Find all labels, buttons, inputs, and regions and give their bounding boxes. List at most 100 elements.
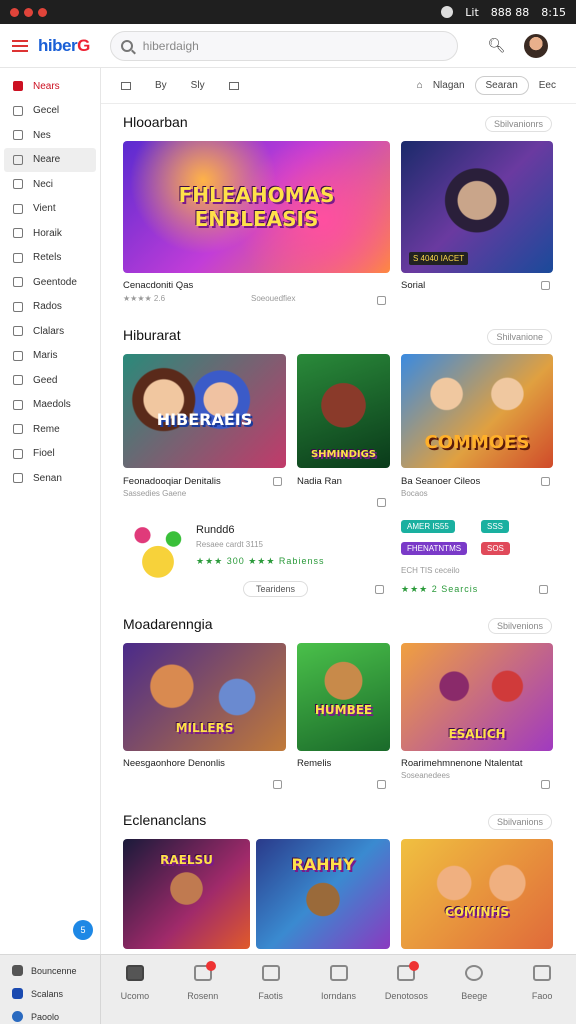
window-dots — [10, 7, 47, 17]
game-card[interactable]: FHLEAHOMAS ENBLEASIS — [123, 141, 390, 273]
tab-6[interactable]: Beege — [440, 955, 508, 1024]
menu-icon[interactable] — [12, 39, 28, 52]
sidebar-item-14[interactable]: Reme — [0, 417, 100, 442]
sidebar-item-1[interactable]: Gecel — [0, 99, 100, 124]
search-placeholder: hiberdaigh — [142, 38, 199, 53]
share-icon[interactable] — [541, 281, 550, 290]
filter-by[interactable]: By — [155, 80, 167, 91]
download-icon — [397, 961, 420, 981]
game-card[interactable]: HUMBEE — [297, 643, 390, 751]
sidebar-item-8[interactable]: Geentode — [0, 270, 100, 295]
section-title: Eclenanclans — [123, 812, 207, 828]
link-icon[interactable] — [375, 585, 384, 594]
game-card[interactable]: RAELSU — [123, 839, 250, 949]
sidebar-item-2[interactable]: Nes — [0, 123, 100, 148]
share-icon[interactable] — [377, 498, 386, 507]
game-art-title: COMINHS — [444, 905, 510, 919]
search-icon — [465, 965, 484, 981]
game-title: Sorial — [401, 280, 426, 291]
share-icon[interactable] — [541, 780, 550, 789]
promo-title: Rundd6 — [196, 524, 235, 536]
circle-icon — [13, 130, 23, 141]
game-art-title: MILLERS — [175, 721, 234, 735]
share-icon[interactable] — [377, 780, 386, 789]
promo-sub: Resaee cardt 3115 — [196, 540, 264, 549]
filter-sly[interactable]: Sly — [191, 80, 205, 91]
share-icon[interactable] — [273, 477, 282, 486]
promo-line: ECH TIS ceceilo — [401, 566, 460, 575]
search-pill-button[interactable]: Searan — [474, 76, 529, 95]
avatar[interactable] — [523, 33, 548, 58]
search-input[interactable]: hiberdaigh — [109, 30, 458, 61]
filter-right-label[interactable]: Nlagan — [433, 80, 465, 91]
game-rating: ★★★★ 2.6 — [123, 294, 166, 303]
promo-thumbnail[interactable] — [127, 520, 189, 596]
share-icon[interactable] — [377, 296, 386, 305]
sidebar-item-15[interactable]: Fioel — [0, 442, 100, 467]
clock-icon — [13, 375, 23, 386]
tab-home[interactable]: Ucomo — [101, 955, 169, 1024]
help-button[interactable]: 5 — [73, 920, 93, 940]
sidebar-item-home[interactable]: Nears — [0, 74, 100, 99]
tab-7[interactable]: Faoo — [508, 955, 576, 1024]
app-header: hiberG hiberdaigh 🔍︎ — [0, 24, 576, 68]
tab-4[interactable]: Iorndans — [305, 955, 373, 1024]
tab-3[interactable]: Faotis — [237, 955, 305, 1024]
filter-grid[interactable] — [121, 81, 131, 90]
link-icon[interactable] — [539, 585, 548, 594]
game-card[interactable]: COMMOES — [401, 354, 553, 468]
app-icon — [12, 1011, 23, 1022]
see-all-button[interactable]: Sbilvanionrs — [484, 116, 552, 132]
filter-end[interactable]: Eec — [539, 80, 556, 91]
game-card[interactable]: S 4040 IACET — [401, 141, 553, 273]
game-art-title: HIBERAEIS — [156, 410, 253, 429]
filter-list[interactable] — [228, 81, 239, 90]
tab-2[interactable]: Rosenn — [169, 955, 237, 1024]
app-icon — [12, 965, 23, 976]
game-card[interactable]: RAHHY — [256, 839, 390, 949]
game-title: Feonadooqiar Denitalis — [123, 476, 221, 487]
see-all-button[interactable]: Sbilvanions — [487, 814, 552, 830]
game-card[interactable]: HIBERAEIS — [123, 354, 286, 468]
home-small-icon[interactable]: ⌂ — [417, 80, 423, 91]
share-icon[interactable] — [273, 780, 282, 789]
sync-icon — [441, 6, 454, 18]
game-card[interactable]: SHMINDIGS — [297, 354, 390, 468]
sidebar-item-13[interactable]: Maedols — [0, 393, 100, 418]
bottom-left-item[interactable]: Scalans — [0, 982, 100, 1005]
notification-badge — [409, 961, 420, 971]
sidebar-item-11[interactable]: Maris — [0, 344, 100, 369]
store-icon — [193, 961, 216, 981]
sidebar-item-16[interactable]: Senan — [0, 466, 100, 491]
game-title: Remelis — [297, 758, 332, 769]
tab-5[interactable]: Denotosos — [372, 955, 440, 1024]
game-badge: S 4040 IACET — [409, 252, 469, 265]
tag: FHENATNTMS — [401, 542, 468, 555]
sidebar-item-6[interactable]: Horaik — [0, 221, 100, 246]
notification-icon[interactable]: 🔍︎ — [488, 37, 506, 54]
share-icon[interactable] — [541, 477, 550, 486]
sidebar-item-7[interactable]: Retels — [0, 246, 100, 271]
app-logo[interactable]: hiberG — [38, 36, 90, 56]
sidebar-item-10[interactable]: Clalars — [0, 319, 100, 344]
sidebar-item-3[interactable]: Neare — [4, 147, 96, 172]
game-title: Ba Seanoer Cileos — [401, 476, 481, 487]
game-art-title: RAELSU — [160, 853, 213, 867]
game-card[interactable]: COMINHS — [401, 839, 553, 949]
game-card[interactable]: MILLERS — [123, 643, 286, 751]
game-title: Neesgaonhore Denonlis — [123, 758, 225, 769]
sidebar-item-9[interactable]: Rados — [0, 295, 100, 320]
game-card[interactable]: ESALICH — [401, 643, 553, 751]
game-sub: Soseanedees — [401, 771, 450, 780]
promo-button[interactable]: Tearidens — [243, 581, 309, 597]
bottom-left-item[interactable]: Bouncenne — [0, 959, 100, 982]
sidebar-item-4[interactable]: Neci — [0, 172, 100, 197]
sidebar-item-12[interactable]: Geed — [0, 368, 100, 393]
tag: SOS — [481, 542, 510, 555]
bottom-left-item[interactable]: Paoolo — [0, 1005, 100, 1028]
game-title: Roarimehmnenone Ntalentat — [401, 758, 523, 769]
see-all-button[interactable]: Sbilvenions — [487, 618, 552, 634]
see-all-button[interactable]: Shilvanione — [487, 329, 552, 345]
sidebar-item-5[interactable]: Vient — [0, 197, 100, 222]
filter-bar: By Sly ⌂ Nlagan Searan Eec — [101, 68, 576, 104]
